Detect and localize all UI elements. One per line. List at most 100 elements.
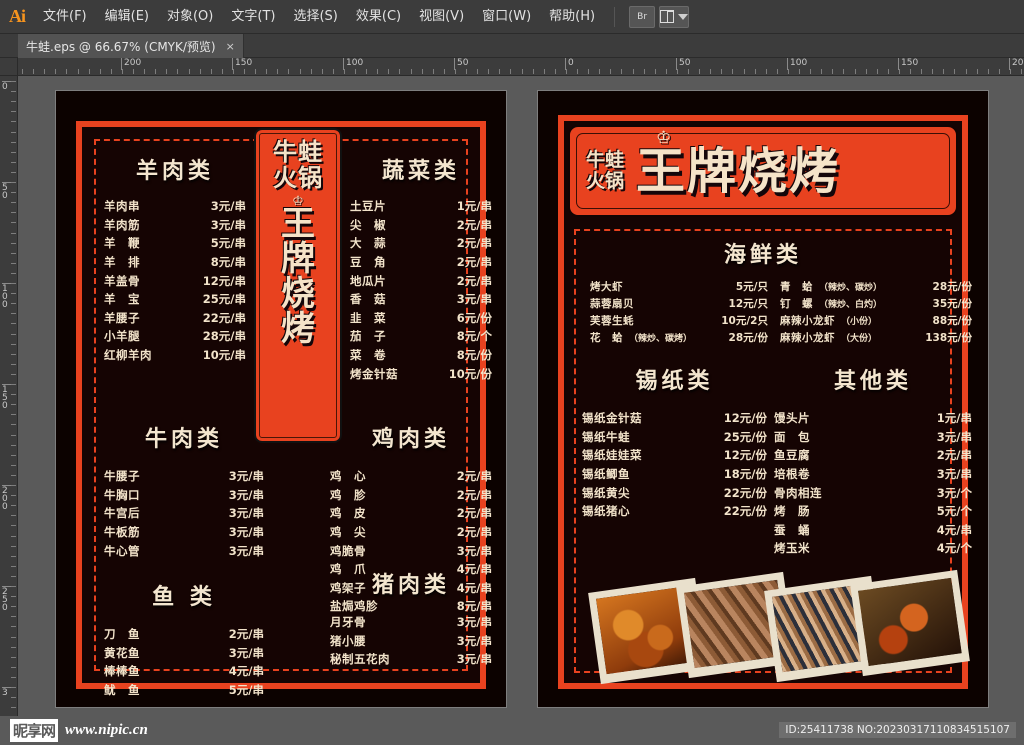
ruler-tick <box>710 69 712 74</box>
menu-effect[interactable]: 效果(C) <box>347 0 410 34</box>
menu-window[interactable]: 窗口(W) <box>473 0 540 34</box>
ruler-tick <box>632 69 634 74</box>
ruler-tick <box>754 69 756 74</box>
menu-item-row: 培根卷 3元/串 <box>774 465 972 484</box>
ruler-tick <box>155 69 157 74</box>
menu-item-name: 月牙骨 <box>330 615 366 629</box>
ruler-tick <box>11 485 16 486</box>
ruler-tick <box>11 525 16 527</box>
ruler-label: 150 <box>2 384 11 411</box>
ruler-label: 50 <box>2 182 11 201</box>
ruler-tick <box>11 141 16 143</box>
chevron-down-icon[interactable] <box>678 13 689 20</box>
menu-item-name: 刀 鱼 <box>104 627 140 641</box>
ruler-tick <box>443 69 445 74</box>
menu-item-price: 2元/串 <box>936 448 972 463</box>
ruler-tick <box>210 69 212 74</box>
banner-char-2: 牌 <box>281 238 315 279</box>
artboard-right[interactable]: 牛蛙 火锅 ♔ 王牌烧烤 海鲜类 烤大虾 5元/只 蒜蓉扇贝 12元/只 芙蓉生蚝 10元… <box>537 90 989 708</box>
ruler-tick <box>665 69 667 74</box>
menu-item-row: 锡纸鲫鱼 18元/份 <box>582 465 767 484</box>
menu-item-name: 豆 角 <box>350 254 386 269</box>
ruler-corner <box>0 58 18 76</box>
item-list-mutton: 羊肉串 3元/串 羊肉筋 3元/串羊 鞭 5元/串羊 排 8元/串 羊盖骨 12元/串羊 宝2… <box>104 197 246 365</box>
ruler-tick <box>77 69 79 74</box>
menu-item-row: 蚕 蛹 4元/串 <box>774 521 972 540</box>
menu-item-name: 菜 卷 <box>350 348 386 362</box>
horizontal-ruler[interactable]: 20015010050050100150200 <box>18 58 1024 76</box>
menu-item-price: 3元/串 <box>228 645 264 660</box>
bridge-icon[interactable]: Br <box>629 5 656 28</box>
ruler-tick <box>188 69 190 74</box>
artboard-left[interactable]: 牛蛙 火锅 ♔ 王 牌 烧 烤 羊肉类 羊肉串 3元/串 羊肉筋 3元/串羊 鞭 5元/… <box>55 90 507 708</box>
ruler-tick <box>765 69 767 74</box>
menu-item-name: 花 蛤 <box>590 332 623 344</box>
ruler-tick <box>432 69 434 74</box>
menu-item-row: 豆 角 2元/串 <box>350 253 492 272</box>
menu-item-name: 锡纸鲫鱼 <box>582 466 630 481</box>
ruler-tick <box>377 69 379 74</box>
ruler-tick <box>11 333 16 335</box>
menu-item-price: 22元/份 <box>723 485 767 500</box>
menu-item-name: 烤玉米 <box>774 541 810 556</box>
menu-item-name: 牛宫后 <box>104 506 140 521</box>
ruler-tick <box>177 69 179 74</box>
menu-item-price: 25元/串 <box>202 292 246 307</box>
ruler-label: 150 <box>232 58 252 70</box>
menu-item-name: 羊 排 <box>104 254 140 269</box>
menu-item-name: 羊盖骨 <box>104 273 140 288</box>
ruler-tick <box>11 373 16 375</box>
menu-item-note: （辣炒、白灼） <box>819 300 883 310</box>
close-icon[interactable]: × <box>226 40 235 53</box>
ruler-tick <box>110 69 112 74</box>
menu-edit[interactable]: 编辑(E) <box>96 0 158 34</box>
ruler-tick <box>11 474 16 476</box>
menu-item-price: 2元/串 <box>456 487 492 502</box>
ruler-tick <box>821 69 823 74</box>
menu-item-name: 鸡 胗 <box>330 487 366 502</box>
menu-item-price: 8元/串 <box>210 254 246 269</box>
menu-view[interactable]: 视图(V) <box>410 0 473 34</box>
ruler-tick <box>554 69 556 74</box>
menu-item-price: 22元/份 <box>723 504 767 519</box>
artboard-canvas[interactable]: 牛蛙 火锅 ♔ 王 牌 烧 烤 羊肉类 羊肉串 3元/串 羊肉筋 3元/串羊 鞭 5元/… <box>19 76 1024 716</box>
banner-char-3: 烧 <box>281 273 315 314</box>
menu-bar: Ai 文件(F) 编辑(E) 对象(O) 文字(T) 选择(S) 效果(C) 视… <box>0 0 1024 34</box>
menu-item-row: 秘制五花肉 3元/串 <box>330 650 492 669</box>
vertical-ruler[interactable]: 0 50 100 150 200 250 3 <box>0 76 18 716</box>
section-title-mutton: 羊肉类 <box>135 159 214 184</box>
section-mutton: 羊肉类 羊肉串 3元/串 羊肉筋 3元/串羊 鞭 5元/串羊 排 8元/串 羊盖骨 12元/串… <box>104 153 246 365</box>
ruler-tick <box>11 182 16 183</box>
menu-item-row: 羊 排 8元/串 <box>104 253 246 272</box>
menu-item-name: 地瓜片 <box>350 273 386 288</box>
menu-file[interactable]: 文件(F) <box>34 0 96 34</box>
ruler-tick <box>976 69 978 74</box>
ruler-tick <box>454 69 456 74</box>
menu-item-row: 锡纸牛蛙 25元/份 <box>582 428 767 447</box>
menu-item-price: 3元/串 <box>210 199 246 213</box>
header-line-1: 牛蛙 <box>586 148 625 171</box>
menu-type[interactable]: 文字(T) <box>222 0 284 34</box>
ruler-tick <box>11 464 16 466</box>
menu-item-row: 麻辣小龙虾 （大份） 138元/份 <box>780 330 972 347</box>
menu-item-price: 5元/串 <box>228 682 264 697</box>
menu-item-name: 鸡脆骨 <box>330 543 366 558</box>
menu-item-name: 鱿 鱼 <box>104 682 140 697</box>
menu-select[interactable]: 选择(S) <box>284 0 346 34</box>
menu-object[interactable]: 对象(O) <box>158 0 222 34</box>
menu-item-row: 月牙骨 3元/串 <box>330 613 492 632</box>
ruler-tick <box>44 69 46 74</box>
right-red-frame: 牛蛙 火锅 ♔ 王牌烧烤 海鲜类 烤大虾 5元/只 蒜蓉扇贝 12元/只 芙蓉生蚝 10元… <box>558 115 972 689</box>
menu-item-name: 秘制五花肉 <box>330 652 390 667</box>
menu-item-name: 羊腰子 <box>104 310 140 325</box>
ruler-tick <box>310 69 312 74</box>
ruler-tick <box>11 707 16 709</box>
arrange-documents-icon[interactable] <box>659 5 690 28</box>
menu-help[interactable]: 帮助(H) <box>540 0 604 34</box>
document-tab[interactable]: 牛蛙.eps @ 66.67% (CMYK/预览) × <box>18 34 244 58</box>
menu-item-row: 锡纸金针菇 12元/份 <box>582 409 767 428</box>
menu-item-price: 3元/串 <box>456 292 492 307</box>
ruler-tick <box>99 69 101 74</box>
ruler-tick <box>621 69 623 74</box>
menu-item-name: 青 蛤 <box>780 281 813 293</box>
